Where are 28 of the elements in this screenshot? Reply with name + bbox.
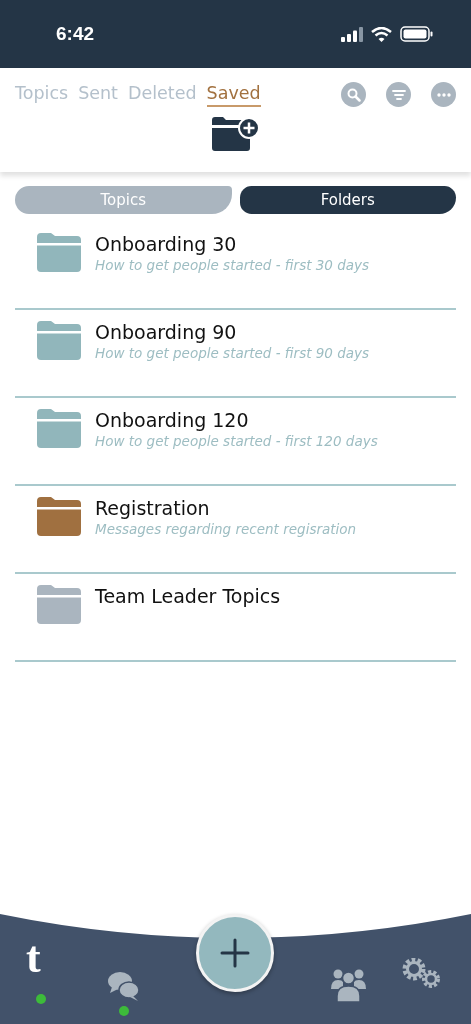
- app-logo[interactable]: t: [26, 936, 41, 980]
- folder-description: How to get people started - first 120 days: [95, 433, 378, 449]
- folder-description: Messages regarding recent regisration: [95, 521, 357, 537]
- folder-name[interactable]: Team Leader Topics: [95, 585, 281, 607]
- search-button[interactable]: [341, 82, 366, 107]
- gears-icon[interactable]: [401, 958, 443, 990]
- folder-description: How to get people started - first 90 days: [95, 345, 370, 361]
- search-icon: [346, 87, 361, 102]
- folder-description: How to get people started - first 30 days: [95, 257, 370, 273]
- battery-icon: [400, 26, 433, 42]
- filter-icon: [391, 88, 406, 101]
- folder-name[interactable]: Onboarding 120: [95, 409, 378, 431]
- tab[interactable]: Saved: [206, 82, 261, 107]
- people-icon[interactable]: [331, 968, 366, 1002]
- wifi-icon: [371, 26, 392, 42]
- clock-time: 6:42: [56, 23, 95, 45]
- compose-button[interactable]: [196, 914, 274, 992]
- segment-tab[interactable]: Folders: [239, 186, 456, 214]
- add-folder-icon[interactable]: [211, 117, 260, 151]
- folder-name[interactable]: Registration: [95, 497, 357, 519]
- folder-name[interactable]: Onboarding 30: [95, 233, 370, 255]
- plus-icon: [220, 938, 250, 968]
- signal-icon: [341, 26, 363, 42]
- more-button[interactable]: [431, 82, 456, 107]
- filter-button[interactable]: [386, 82, 411, 107]
- chat-icon[interactable]: [108, 970, 140, 1002]
- more-icon: [436, 92, 451, 97]
- folder-name[interactable]: Onboarding 90: [95, 321, 370, 343]
